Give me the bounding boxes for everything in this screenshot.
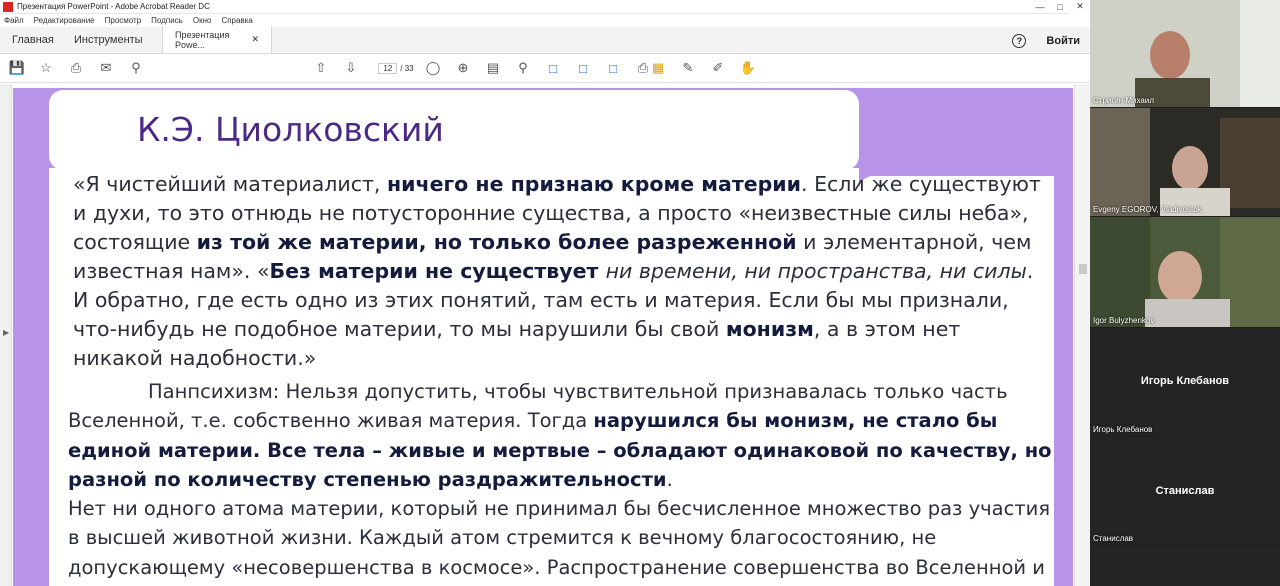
tab-document-label: Презентация Powe... <box>175 29 230 50</box>
participant-name: Igor Bulyzhenkov <box>1093 316 1155 325</box>
create-pdf-icon[interactable]: □ <box>575 60 591 76</box>
atom-paragraph: Нет ни одного атома материи, который не … <box>68 497 1051 579</box>
search-icon[interactable]: ⚲ <box>128 60 144 76</box>
quote-segment: ничего не признаю кроме материи <box>386 172 802 196</box>
participant-tile-5[interactable]: Станислав Станислав <box>1090 437 1280 545</box>
tab-bar: Главная Инструменты Презентация Powe... … <box>0 26 1090 54</box>
zoom-icon[interactable]: ⊕ <box>455 60 471 76</box>
page-number-input[interactable]: 12 <box>378 62 398 74</box>
select-tool-icon[interactable]: ◯ <box>425 60 441 76</box>
panpsychism-paragraph: Панпсихизм: Нельзя допустить, чтобы чувс… <box>68 377 1058 582</box>
left-panel-toggle[interactable]: ▶ <box>0 84 12 586</box>
participant-name: Evgeny EGOROV, Vladivostok <box>1093 205 1202 214</box>
quote-segment: «Я чистейший материалист, <box>73 172 387 196</box>
quote-paragraph: «Я чистейший материалист, ничего не приз… <box>73 170 1053 373</box>
signin-button[interactable]: Войти <box>1046 35 1080 47</box>
minimize-button[interactable]: — <box>1030 0 1050 14</box>
menu-view[interactable]: Просмотр <box>105 16 142 25</box>
maximize-button[interactable]: □ <box>1050 0 1070 14</box>
scrollbar-thumb[interactable] <box>1079 264 1087 274</box>
close-window-button[interactable]: ✕ <box>1070 0 1090 14</box>
expand-arrow-icon[interactable]: ▶ <box>3 328 9 337</box>
acrobat-window: Презентация PowerPoint - Adobe Acrobat R… <box>0 0 1090 586</box>
save-icon[interactable]: 💾 <box>9 60 25 76</box>
close-tab-icon[interactable]: ✕ <box>251 34 259 45</box>
menu-sign[interactable]: Подпись <box>151 16 183 25</box>
quote-segment: монизм <box>725 317 814 341</box>
panpsychism-segment: . <box>666 467 673 491</box>
draw-icon[interactable]: ✐ <box>710 60 726 76</box>
menu-help[interactable]: Справка <box>221 16 252 25</box>
page-total: / 33 <box>400 63 414 73</box>
email-icon[interactable]: ✉ <box>98 60 114 76</box>
participant-tile-empty <box>1090 546 1280 586</box>
tab-document[interactable]: Презентация Powe... ✕ <box>162 26 272 53</box>
participant-center-label: Игорь Клебанов <box>1140 375 1230 387</box>
participant-video-1 <box>1090 0 1280 107</box>
participant-tile-3[interactable]: Igor Bulyzhenkov <box>1090 217 1280 327</box>
tab-tools[interactable]: Инструменты <box>62 26 162 53</box>
slide: К.Э. Циолковский «Я чистейший материалис… <box>13 88 1073 586</box>
previous-page-icon[interactable]: ⇧ <box>313 60 329 76</box>
comment-icon[interactable]: ▦ <box>650 60 666 76</box>
fit-page-icon[interactable]: ▤ <box>485 60 501 76</box>
quote-segment: Без материи не существует <box>269 259 606 283</box>
help-icon[interactable]: ? <box>1012 33 1027 48</box>
participant-tile-4[interactable]: Игорь Клебанов Игорь Клебанов <box>1090 328 1280 436</box>
vertical-scrollbar[interactable] <box>1074 84 1090 586</box>
participant-video-2 <box>1090 108 1280 216</box>
quote-segment: из той же материи, но только более разре… <box>196 230 797 254</box>
participant-center-label: Станислав <box>1155 485 1215 497</box>
participant-video-3 <box>1090 217 1280 327</box>
page-indicator: 12 / 33 <box>372 60 420 76</box>
participant-name: Станислав <box>1093 534 1134 543</box>
menu-window[interactable]: Окно <box>193 16 212 25</box>
menu-edit[interactable]: Редактирование <box>34 16 95 25</box>
export-pdf-icon[interactable]: □ <box>545 60 561 76</box>
print-icon[interactable]: ⎙ <box>68 60 84 76</box>
participant-name: Стригин Михаил <box>1093 96 1155 105</box>
participant-tile-2[interactable]: Evgeny EGOROV, Vladivostok <box>1090 108 1280 216</box>
next-page-icon[interactable]: ⇩ <box>343 60 359 76</box>
participant-name: Игорь Клебанов <box>1093 425 1153 434</box>
title-bar: Презентация PowerPoint - Adobe Acrobat R… <box>0 0 1090 14</box>
edit-pdf-icon[interactable]: □ <box>605 60 621 76</box>
document-viewer: ▶ К.Э. Циолковский «Я чистейший материал… <box>0 84 1090 586</box>
menu-file[interactable]: Файл <box>4 16 24 25</box>
participant-tile-1[interactable]: Стригин Михаил <box>1090 0 1280 107</box>
acrobat-app-icon <box>3 1 13 12</box>
highlight-pen-icon[interactable]: ✎ <box>680 60 696 76</box>
quote-segment: ни времени, ни пространства, ни силы <box>605 259 1027 283</box>
video-panel: Стригин Михаил Evgeny EGOROV, Vladivosto… <box>1090 0 1280 586</box>
find-text-icon[interactable]: ⚲ <box>515 60 531 76</box>
print-tool-icon[interactable]: ⎙ <box>635 60 651 76</box>
bookmark-star-icon[interactable]: ☆ <box>38 60 54 76</box>
slide-title: К.Э. Циолковский <box>137 110 444 149</box>
toolbar: 💾 ☆ ⎙ ✉ ⚲ ⇧ ⇩ 12 / 33 ◯ ⊕ ▤ ⚲ □ □ □ ⎙ ▦ … <box>0 54 1090 83</box>
tab-home[interactable]: Главная <box>0 26 62 53</box>
window-title: Презентация PowerPoint - Adobe Acrobat R… <box>17 2 210 11</box>
fill-sign-icon[interactable]: ✋ <box>740 60 756 76</box>
